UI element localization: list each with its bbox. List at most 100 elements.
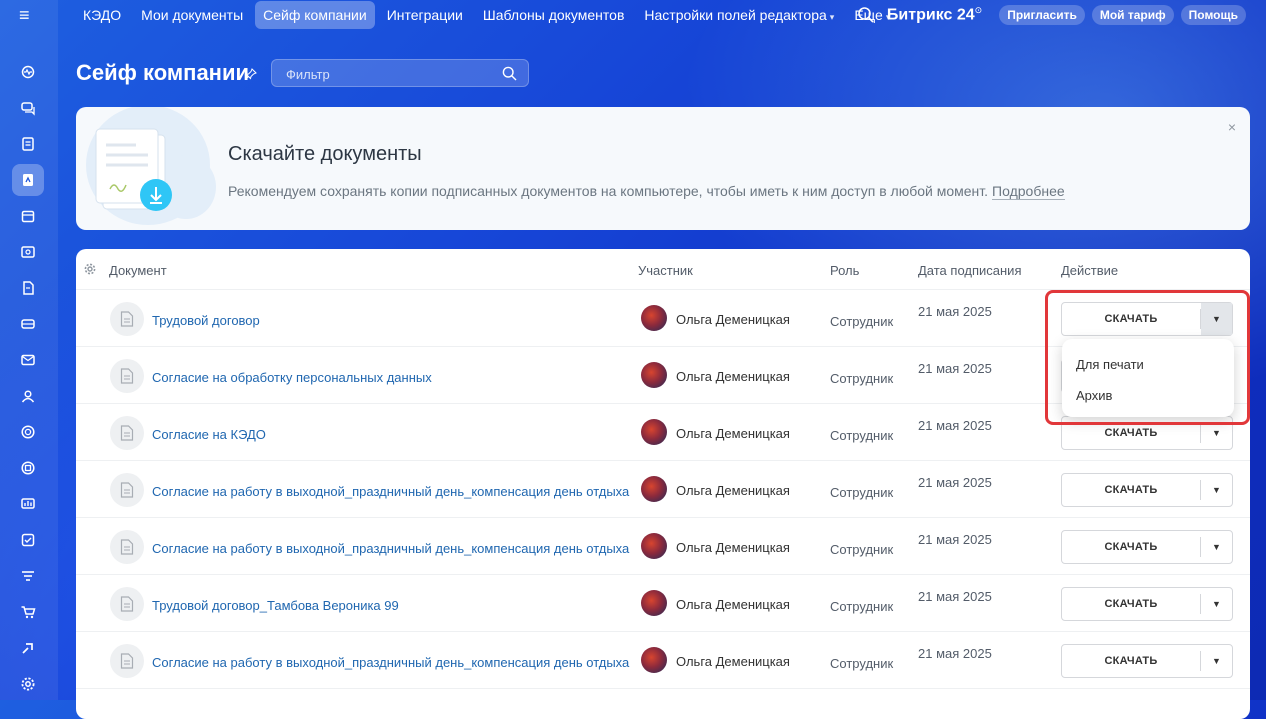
sidebar-item-tasks[interactable]	[12, 128, 44, 160]
avatar[interactable]	[641, 647, 667, 673]
chevron-down-icon[interactable]: ▼	[1201, 588, 1232, 620]
download-button-label[interactable]: СКАЧАТЬ	[1062, 474, 1200, 506]
download-button[interactable]: СКАЧАТЬ▼	[1061, 587, 1233, 621]
sidebar-item-shop[interactable]	[12, 452, 44, 484]
chevron-down-icon[interactable]: ▼	[1201, 417, 1232, 449]
download-button[interactable]: СКАЧАТЬ▼	[1061, 302, 1233, 336]
top-menu-item-3[interactable]: Интеграции	[379, 1, 471, 29]
participant-name[interactable]: Ольга Деменицкая	[676, 426, 790, 441]
sidebar-item-documents[interactable]	[12, 272, 44, 304]
sidebar-item-sites[interactable]	[12, 416, 44, 448]
document-link[interactable]: Согласие на работу в выходной_праздничны…	[152, 484, 629, 499]
top-menu-item-4[interactable]: Шаблоны документов	[475, 1, 633, 29]
avatar[interactable]	[641, 533, 667, 559]
sidebar-item-analytics[interactable]	[12, 488, 44, 520]
avatar[interactable]	[641, 590, 667, 616]
sidebar-item-checklist[interactable]	[12, 524, 44, 556]
sidebar-item-settings[interactable]	[12, 668, 44, 700]
signing-date: 21 мая 2025	[918, 532, 992, 547]
invite-button[interactable]: Пригласить	[999, 5, 1085, 25]
role-value: Сотрудник	[830, 428, 894, 443]
download-button-label[interactable]: СКАЧАТЬ	[1062, 531, 1200, 563]
participant-name[interactable]: Ольга Деменицкая	[676, 540, 790, 555]
document-download-illustration	[86, 107, 216, 225]
sidebar-item-pulse[interactable]	[12, 56, 44, 88]
chevron-down-icon[interactable]: ▼	[1201, 303, 1232, 335]
cart-icon	[21, 606, 36, 619]
avatar[interactable]	[641, 419, 667, 445]
download-button-label[interactable]: СКАЧАТЬ	[1062, 588, 1200, 620]
menu-item-print[interactable]: Для печати	[1076, 357, 1144, 372]
tariff-button[interactable]: Мой тариф	[1091, 5, 1174, 25]
download-button[interactable]: СКАЧАТЬ▼	[1061, 530, 1233, 564]
role-value: Сотрудник	[830, 656, 894, 671]
participant-name[interactable]: Ольга Деменицкая	[676, 654, 790, 669]
sidebar-item-cart[interactable]	[12, 596, 44, 628]
filter-input[interactable]	[272, 60, 508, 88]
signing-date: 21 мая 2025	[918, 646, 992, 661]
top-menu-item-1[interactable]: Мои документы	[133, 1, 251, 29]
sidebar-item-filter[interactable]	[12, 560, 44, 592]
chevron-down-icon[interactable]: ▼	[1201, 531, 1232, 563]
column-role[interactable]: Роль	[830, 263, 859, 278]
download-button-label[interactable]: СКАЧАТЬ	[1062, 303, 1200, 335]
download-button[interactable]: СКАЧАТЬ▼	[1061, 416, 1233, 450]
banner-more-link[interactable]: Подробнее	[992, 183, 1065, 200]
participant-name[interactable]: Ольга Деменицкая	[676, 597, 790, 612]
column-participant[interactable]: Участник	[638, 263, 693, 278]
pin-icon[interactable]	[245, 68, 257, 80]
avatar[interactable]	[641, 476, 667, 502]
download-button-label[interactable]: СКАЧАТЬ	[1062, 417, 1200, 449]
filter-search-icon[interactable]	[502, 66, 517, 81]
sidebar-item-disk[interactable]	[12, 236, 44, 268]
chevron-down-icon[interactable]: ▼	[1201, 645, 1232, 677]
chevron-down-icon[interactable]: ▼	[1201, 474, 1232, 506]
page-title: Сейф компании	[76, 60, 250, 85]
sidebar-item-mail[interactable]	[12, 344, 44, 376]
kedo-icon	[23, 174, 33, 186]
help-button[interactable]: Помощь	[1180, 5, 1246, 25]
avatar[interactable]	[641, 362, 667, 388]
participant-name[interactable]: Ольга Деменицкая	[676, 312, 790, 327]
banner-description: Рекомендуем сохранять копии подписанных …	[228, 183, 989, 199]
download-button[interactable]: СКАЧАТЬ▼	[1061, 473, 1233, 507]
search-icon[interactable]	[857, 6, 875, 24]
document-icon	[110, 473, 144, 507]
top-menu-item-2[interactable]: Сейф компании	[255, 1, 375, 29]
gear-icon[interactable]	[84, 263, 96, 275]
sidebar-item-chat[interactable]	[12, 92, 44, 124]
document-link[interactable]: Согласие на работу в выходной_праздничны…	[152, 655, 629, 670]
bitrix24-logo[interactable]: Битрикс 24⊙	[887, 5, 982, 24]
automation-icon	[22, 643, 33, 654]
sidebar-nav	[0, 56, 58, 704]
column-action[interactable]: Действие	[1061, 263, 1118, 278]
column-date[interactable]: Дата подписания	[918, 263, 1021, 278]
sidebar-item-kedo[interactable]	[12, 164, 44, 196]
document-link[interactable]: Согласие на работу в выходной_праздничны…	[152, 541, 629, 556]
signing-date: 21 мая 2025	[918, 304, 992, 319]
document-link[interactable]: Согласие на обработку персональных данны…	[152, 370, 432, 385]
sidebar-item-automation[interactable]	[12, 632, 44, 664]
column-document[interactable]: Документ	[109, 263, 167, 278]
download-button-label[interactable]: СКАЧАТЬ	[1062, 645, 1200, 677]
banner-close-icon[interactable]: ×	[1228, 119, 1236, 135]
download-button[interactable]: СКАЧАТЬ▼	[1061, 644, 1233, 678]
sidebar-item-crm[interactable]	[12, 308, 44, 340]
crm-icon	[21, 319, 35, 329]
document-link[interactable]: Трудовой договор_Тамбова Вероника 99	[152, 598, 399, 613]
documents-table: Документ Участник Роль Дата подписания Д…	[76, 249, 1250, 719]
avatar[interactable]	[641, 305, 667, 331]
participant-name[interactable]: Ольга Деменицкая	[676, 483, 790, 498]
menu-burger-icon[interactable]: ≡	[19, 6, 37, 24]
sidebar-item-calendar[interactable]	[12, 200, 44, 232]
document-link[interactable]: Трудовой договор	[152, 313, 260, 328]
disk-icon	[21, 246, 35, 258]
shop-icon	[21, 461, 35, 475]
calendar-icon	[21, 210, 35, 223]
participant-name[interactable]: Ольга Деменицкая	[676, 369, 790, 384]
sidebar-item-contacts[interactable]	[12, 380, 44, 412]
menu-item-archive[interactable]: Архив	[1076, 388, 1112, 403]
top-menu-item-0[interactable]: КЭДО	[75, 1, 129, 29]
top-menu-item-5[interactable]: Настройки полей редактора ▾	[636, 1, 842, 29]
document-link[interactable]: Согласие на КЭДО	[152, 427, 266, 442]
